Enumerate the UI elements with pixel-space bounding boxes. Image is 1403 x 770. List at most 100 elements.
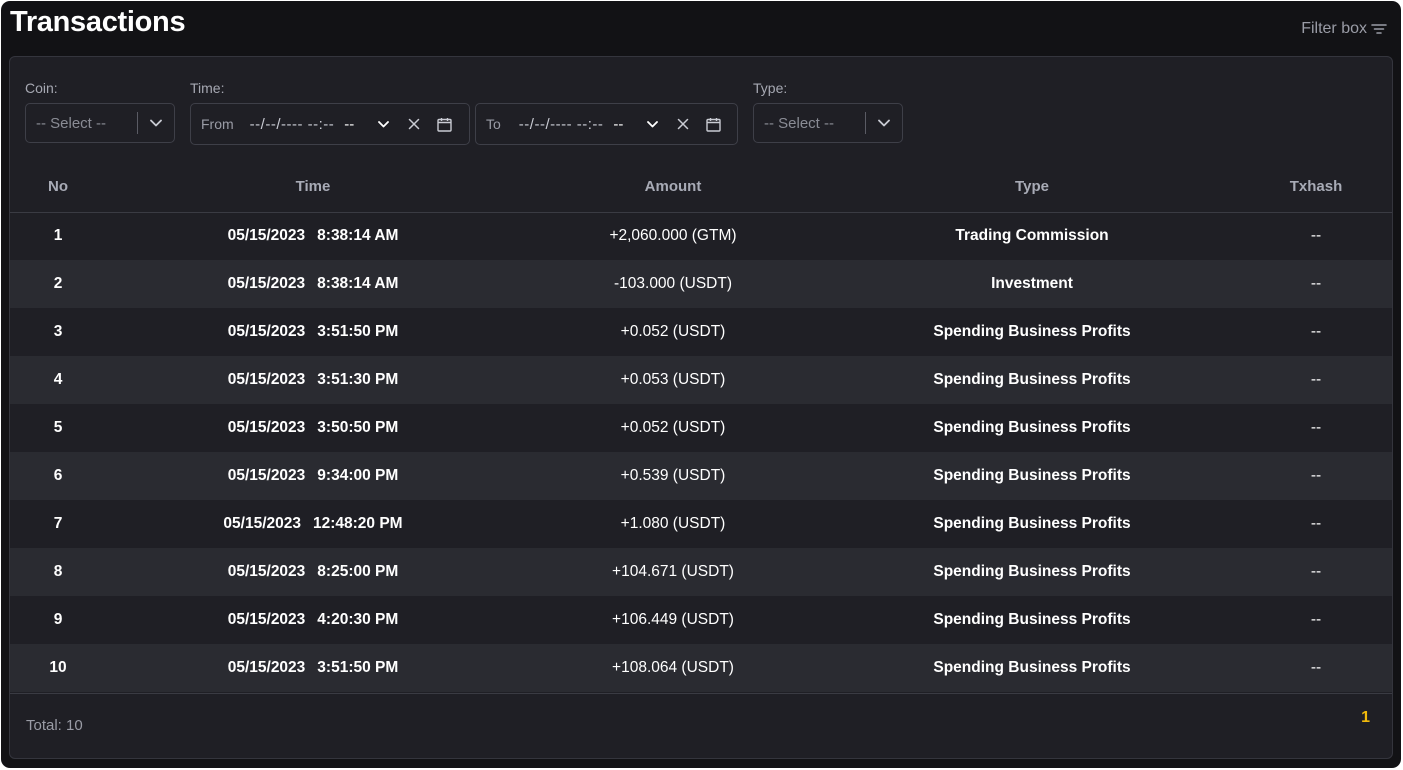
row-amount: +2,060.000 (GTM) [520, 212, 826, 260]
coin-select[interactable]: -- Select -- [25, 103, 175, 143]
table-row: 3 05/15/2023 3:51:50 PM +0.052 (USDT) Spendi… [10, 308, 1392, 356]
row-txhash: -- [1238, 548, 1392, 596]
row-time: 05/15/2023 3:51:30 PM [106, 356, 520, 404]
row-time: 05/15/2023 4:20:30 PM [106, 596, 520, 644]
row-clock-time: 4:20:30 PM [317, 611, 399, 628]
transactions-panel: Coin: -- Select -- Time: From --/--/----… [9, 56, 1393, 759]
row-time: 05/15/2023 8:38:14 AM [106, 260, 520, 308]
row-number: 4 [10, 356, 106, 404]
row-date: 05/15/2023 [227, 659, 306, 676]
row-time: 05/15/2023 8:38:14 AM [106, 212, 520, 260]
ampm-dropdown-icon[interactable] [372, 113, 394, 135]
chevron-down-icon[interactable] [138, 119, 174, 127]
row-type: Spending Business Profits [826, 356, 1238, 404]
row-date: 05/15/2023 [227, 371, 306, 388]
row-clock-time: 3:51:50 PM [317, 323, 399, 340]
clear-icon[interactable] [403, 113, 425, 135]
type-select[interactable]: -- Select -- [753, 103, 903, 143]
calendar-icon[interactable] [702, 113, 724, 135]
row-clock-time: 8:38:14 AM [317, 275, 399, 292]
row-type: Spending Business Profits [826, 452, 1238, 500]
column-header-type: Type [826, 162, 1238, 213]
pagination-page-1[interactable]: 1 [1361, 709, 1370, 727]
row-type: Spending Business Profits [826, 596, 1238, 644]
row-date: 05/15/2023 [227, 275, 306, 292]
time-from-ampm[interactable]: -- [344, 116, 354, 133]
time-to-input[interactable]: --/--/---- --:-- [519, 116, 604, 133]
row-clock-time: 9:34:00 PM [317, 467, 399, 484]
row-type: Spending Business Profits [826, 308, 1238, 356]
table-row: 10 05/15/2023 3:51:50 PM +108.064 (USDT) Spe… [10, 644, 1392, 692]
row-type: Spending Business Profits [826, 644, 1238, 692]
table-row: 5 05/15/2023 3:50:50 PM +0.052 (USDT) Spendi… [10, 404, 1392, 452]
column-header-amount: Amount [520, 162, 826, 213]
row-date: 05/15/2023 [227, 323, 306, 340]
row-type: Spending Business Profits [826, 404, 1238, 452]
row-time: 05/15/2023 3:50:50 PM [106, 404, 520, 452]
filter-box-toggle[interactable]: Filter box [1301, 20, 1387, 38]
row-date: 05/15/2023 [227, 611, 306, 628]
row-amount: +106.449 (USDT) [520, 596, 826, 644]
table-row: 8 05/15/2023 8:25:00 PM +104.671 (USDT) Spen… [10, 548, 1392, 596]
row-clock-time: 8:38:14 AM [317, 227, 399, 245]
filter-box-label: Filter box [1301, 20, 1367, 37]
transactions-table: No Time Amount Type Txhash 1 05/15/2023 8:… [10, 162, 1392, 692]
table-row: 4 05/15/2023 3:51:30 PM +0.053 (USDT) Spendi… [10, 356, 1392, 404]
time-filter-label: Time: [190, 80, 225, 96]
row-time: 05/15/2023 12:48:20 PM [106, 500, 520, 548]
row-time: 05/15/2023 3:51:50 PM [106, 308, 520, 356]
table-row: 9 05/15/2023 4:20:30 PM +106.449 (USDT) Spen… [10, 596, 1392, 644]
table-body: 1 05/15/2023 8:38:14 AM +2,060.000 (GTM) Tra… [10, 212, 1392, 692]
row-amount: +104.671 (USDT) [520, 548, 826, 596]
row-clock-time: 3:51:30 PM [317, 371, 399, 388]
row-txhash: -- [1238, 356, 1392, 404]
row-txhash: -- [1238, 308, 1392, 356]
transactions-window: Transactions Filter box Coin: -- Select … [1, 1, 1401, 768]
table-row: 6 05/15/2023 9:34:00 PM +0.539 (USDT) Spendi… [10, 452, 1392, 500]
column-header-txhash: Txhash [1238, 162, 1392, 213]
row-amount: +0.053 (USDT) [520, 356, 826, 404]
type-select-placeholder: -- Select -- [764, 114, 835, 132]
row-amount: +1.080 (USDT) [520, 500, 826, 548]
page-title: Transactions [10, 6, 186, 38]
row-clock-time: 8:25:00 PM [317, 563, 399, 580]
time-to-prefix: To [486, 116, 501, 132]
ampm-dropdown-icon[interactable] [641, 113, 663, 135]
row-time: 05/15/2023 8:25:00 PM [106, 548, 520, 596]
column-header-time: Time [106, 162, 520, 213]
row-number: 10 [10, 644, 106, 692]
chevron-down-icon[interactable] [866, 119, 902, 127]
row-txhash: -- [1238, 644, 1392, 692]
table-row: 7 05/15/2023 12:48:20 PM +1.080 (USDT) Spend… [10, 500, 1392, 548]
row-type: Trading Commission [826, 212, 1238, 260]
column-header-no: No [10, 162, 106, 213]
time-to-ampm[interactable]: -- [613, 116, 623, 133]
row-number: 6 [10, 452, 106, 500]
row-number: 7 [10, 500, 106, 548]
row-clock-time: 12:48:20 PM [312, 515, 403, 532]
time-from-picker[interactable]: From --/--/---- --:-- -- [190, 103, 470, 145]
row-txhash: -- [1238, 212, 1392, 260]
row-number: 2 [10, 260, 106, 308]
row-txhash: -- [1238, 404, 1392, 452]
row-number: 5 [10, 404, 106, 452]
row-date: 05/15/2023 [227, 227, 306, 245]
coin-select-placeholder: -- Select -- [36, 114, 107, 132]
time-to-picker[interactable]: To --/--/---- --:-- -- [475, 103, 738, 145]
row-clock-time: 3:50:50 PM [317, 419, 399, 436]
row-type: Spending Business Profits [826, 500, 1238, 548]
filter-lines-icon [1371, 22, 1387, 36]
row-txhash: -- [1238, 500, 1392, 548]
row-number: 8 [10, 548, 106, 596]
time-from-input[interactable]: --/--/---- --:-- [250, 116, 335, 133]
calendar-icon[interactable] [433, 113, 455, 135]
row-time: 05/15/2023 9:34:00 PM [106, 452, 520, 500]
clear-icon[interactable] [672, 113, 694, 135]
row-date: 05/15/2023 [227, 419, 306, 436]
row-amount: +108.064 (USDT) [520, 644, 826, 692]
row-date: 05/15/2023 [223, 515, 301, 532]
row-time: 05/15/2023 3:51:50 PM [106, 644, 520, 692]
total-count: Total: 10 [26, 717, 83, 734]
type-filter-label: Type: [753, 80, 788, 96]
row-txhash: -- [1238, 260, 1392, 308]
